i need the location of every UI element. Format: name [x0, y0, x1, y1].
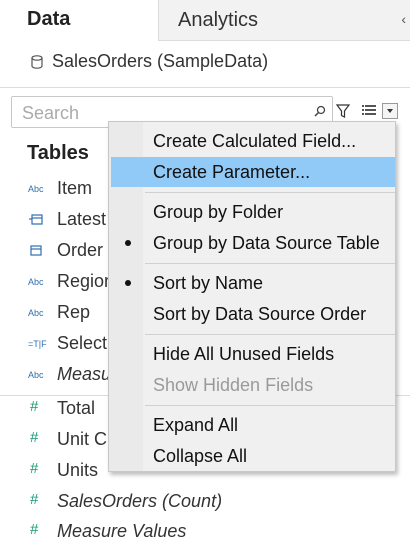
- field-name: Rep: [57, 302, 91, 322]
- string-type-icon: Abc: [28, 370, 44, 380]
- boolean-type-icon: =T|F: [28, 339, 47, 349]
- number-type-icon: #: [30, 429, 39, 446]
- field-name: SalesOrders (Count): [57, 491, 223, 511]
- data-source-name: SalesOrders (SampleData): [52, 51, 269, 71]
- menu-item-label: Sort by Data Source Order: [153, 304, 367, 324]
- menu-item-label: Create Parameter...: [153, 162, 311, 182]
- menu-separator: [145, 192, 395, 193]
- data-source-row[interactable]: SalesOrders (SampleData): [0, 42, 410, 88]
- field-name: Measure Values: [57, 521, 187, 541]
- menu-item-collapse-all[interactable]: Collapse All: [111, 441, 395, 471]
- menu-item-label: Sort by Name: [153, 273, 264, 293]
- menu-item-label: Show Hidden Fields: [153, 375, 314, 395]
- menu-item-label: Expand All: [153, 415, 239, 435]
- view-options-menu: Create Calculated Field... Create Parame…: [108, 121, 396, 472]
- menu-item-hide-all-unused-fields[interactable]: Hide All Unused Fields: [111, 339, 395, 369]
- number-type-icon: #: [30, 521, 39, 538]
- string-type-icon: Abc: [28, 184, 44, 194]
- menu-item-label: Collapse All: [153, 446, 248, 466]
- menu-separator: [145, 405, 395, 406]
- radio-selected-icon: [125, 240, 131, 246]
- tab-analytics-label: Analytics: [178, 9, 259, 31]
- date-type-icon: [30, 245, 42, 256]
- field-name: Select: [57, 333, 108, 353]
- menu-item-sort-by-name[interactable]: Sort by Name: [111, 268, 395, 298]
- radio-selected-icon: [125, 280, 131, 286]
- tab-analytics[interactable]: Analytics ‹: [158, 0, 410, 41]
- menu-item-sort-by-data-source-order[interactable]: Sort by Data Source Order: [111, 299, 395, 329]
- string-type-icon: Abc: [28, 308, 44, 318]
- field-name: Order: [57, 240, 104, 260]
- tab-data-label: Data: [27, 8, 71, 30]
- number-type-icon: #: [30, 460, 39, 477]
- menu-item-label: Group by Data Source Table: [153, 233, 380, 253]
- number-type-icon: #: [30, 398, 39, 415]
- search-icon: [314, 105, 326, 117]
- collapse-pane-icon[interactable]: ‹: [401, 11, 406, 27]
- pane-tabs: Data Analytics ‹: [0, 0, 410, 42]
- menu-item-show-hidden-fields: Show Hidden Fields: [111, 370, 395, 400]
- field-name: Latest: [57, 209, 107, 229]
- menu-item-label: Group by Folder: [153, 202, 284, 222]
- string-type-icon: Abc: [28, 277, 44, 287]
- menu-separator: [145, 263, 395, 264]
- menu-item-group-by-folder[interactable]: Group by Folder: [111, 197, 395, 227]
- field-name: Item: [57, 178, 93, 198]
- datetime-type-icon: [29, 214, 43, 225]
- tables-heading: Tables: [27, 142, 89, 164]
- view-options-dropdown[interactable]: [382, 103, 398, 119]
- field-record-count[interactable]: # SalesOrders (Count): [0, 488, 410, 518]
- menu-separator: [145, 334, 395, 335]
- field-name: Total: [57, 398, 96, 418]
- menu-item-create-parameter[interactable]: Create Parameter...: [111, 157, 395, 187]
- filter-icon[interactable]: [336, 104, 350, 118]
- menu-item-expand-all[interactable]: Expand All: [111, 410, 395, 440]
- menu-item-create-calculated-field[interactable]: Create Calculated Field...: [111, 126, 395, 156]
- tab-data[interactable]: Data: [0, 0, 158, 42]
- field-measure-values[interactable]: # Measure Values: [0, 518, 410, 548]
- menu-item-label: Create Calculated Field...: [153, 131, 357, 151]
- database-icon: [31, 55, 43, 69]
- field-name: Units: [57, 460, 99, 480]
- number-type-icon: #: [30, 491, 39, 508]
- menu-item-label: Hide All Unused Fields: [153, 344, 335, 364]
- field-name: Unit C: [57, 429, 108, 449]
- list-view-icon[interactable]: [362, 104, 376, 116]
- field-name: Region: [57, 271, 115, 291]
- menu-item-group-by-data-source-table[interactable]: Group by Data Source Table: [111, 228, 395, 258]
